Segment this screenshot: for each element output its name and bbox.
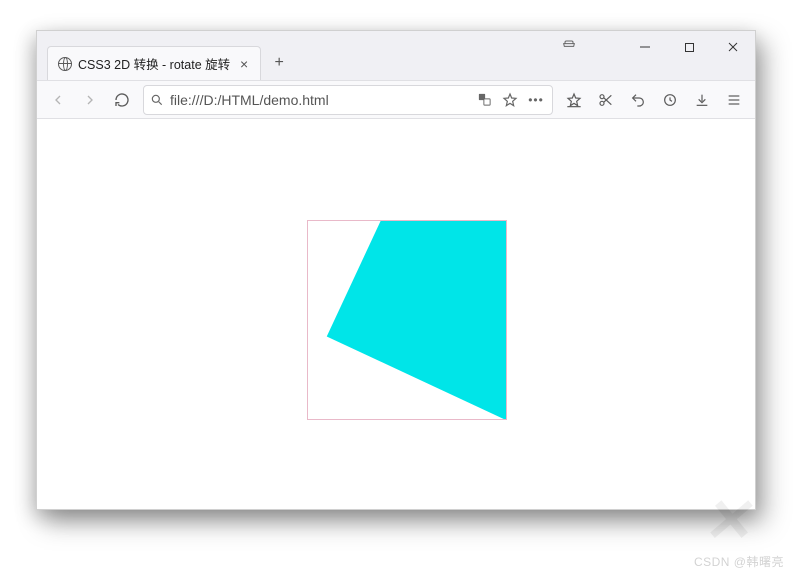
window-controls xyxy=(623,31,755,63)
bookmark-star-icon[interactable] xyxy=(502,92,518,108)
demo-container: 2D旋转 xyxy=(307,220,507,420)
bookmarks-icon[interactable] xyxy=(559,85,589,115)
rotated-box: 2D旋转 xyxy=(327,220,507,420)
translate-icon[interactable] xyxy=(476,92,492,108)
back-button[interactable] xyxy=(43,85,73,115)
tab-title: CSS3 2D 转换 - rotate 旋转 xyxy=(78,54,230,73)
url-text: file:///D:/HTML/demo.html xyxy=(170,92,470,108)
toolbar: file:///D:/HTML/demo.html ••• xyxy=(37,81,755,119)
history-clock-icon[interactable] xyxy=(655,85,685,115)
maximize-button[interactable] xyxy=(667,31,711,63)
undo-icon[interactable] xyxy=(623,85,653,115)
reload-button[interactable] xyxy=(107,85,137,115)
browser-window: CSS3 2D 转换 - rotate 旋转 × + xyxy=(36,30,756,510)
window-close-button[interactable] xyxy=(711,31,755,63)
new-tab-button[interactable]: + xyxy=(265,49,293,77)
browser-tab[interactable]: CSS3 2D 转换 - rotate 旋转 × xyxy=(47,46,261,80)
address-bar[interactable]: file:///D:/HTML/demo.html ••• xyxy=(143,85,553,115)
account-icon[interactable] xyxy=(561,39,577,58)
forward-button[interactable] xyxy=(75,85,105,115)
titlebar: CSS3 2D 转换 - rotate 旋转 × + xyxy=(37,31,755,81)
minimize-button[interactable] xyxy=(623,31,667,63)
watermark-text: CSDN @韩曙亮 xyxy=(694,553,784,570)
globe-icon xyxy=(58,57,72,71)
menu-icon[interactable] xyxy=(719,85,749,115)
tab-close-button[interactable]: × xyxy=(236,56,252,72)
scissors-icon[interactable] xyxy=(591,85,621,115)
more-dots-icon[interactable]: ••• xyxy=(528,92,544,108)
download-icon[interactable] xyxy=(687,85,717,115)
page-content: 2D旋转 xyxy=(37,120,755,509)
urlbar-actions: ••• xyxy=(476,92,546,108)
search-icon xyxy=(150,93,164,107)
